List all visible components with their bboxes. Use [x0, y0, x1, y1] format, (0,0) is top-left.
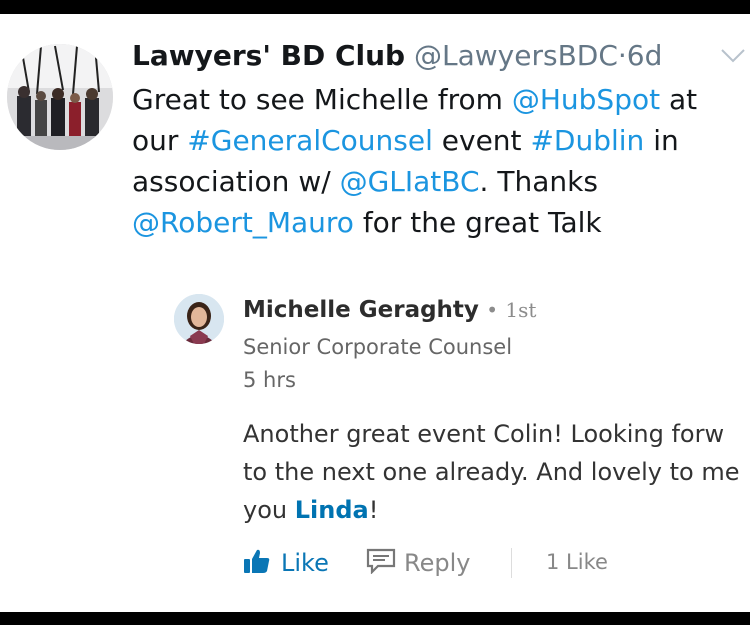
mention-glatbc-link[interactable]: @GLIatBC [340, 165, 480, 198]
top-status-bar [0, 0, 750, 14]
tweet-handle[interactable]: @LawyersBDC [414, 39, 618, 72]
chevron-down-icon[interactable] [720, 48, 746, 64]
comment-line: Another great event Colin! Looking forw [243, 420, 725, 448]
comment-author-name[interactable]: Michelle Geraghty [243, 297, 479, 323]
thumbs-up-icon [243, 547, 271, 579]
comment-name-row: Michelle Geraghty • 1st [243, 294, 536, 326]
tweet-text-part: for the great Talk [353, 206, 602, 239]
tweet-text-part: Great to see Michelle from [132, 83, 512, 116]
comment-line: to the next one already. And lovely to m… [243, 458, 740, 486]
comment-line: you Linda! [243, 491, 750, 529]
connection-degree-badge: 1st [505, 298, 537, 322]
hashtag-dublin-link[interactable]: #Dublin [530, 124, 644, 157]
tweet-header: Lawyers' BD Club @LawyersBDC·6d [132, 38, 662, 74]
hashtag-generalcounsel-link[interactable]: #GeneralCounsel [187, 124, 433, 157]
comment-avatar[interactable] [174, 294, 224, 344]
comment-timestamp: 5 hrs [243, 368, 296, 392]
comment-text-part: you [243, 496, 295, 524]
like-label: Like [281, 549, 329, 577]
reply-icon [366, 548, 396, 578]
tweet-author-name[interactable]: Lawyers' BD Club [132, 39, 405, 72]
comment-separator: • [486, 298, 499, 322]
mention-hubspot-link[interactable]: @HubSpot [512, 83, 660, 116]
tweet-separator: · [617, 39, 627, 72]
reply-button[interactable]: Reply [366, 543, 470, 583]
comment-author-headline: Senior Corporate Counsel [243, 335, 513, 359]
tweet-text-part: event [432, 124, 531, 157]
bottom-bar [0, 612, 750, 625]
tweet-avatar[interactable] [7, 44, 113, 150]
comment-text-part: ! [368, 496, 379, 524]
like-button[interactable]: Like [243, 543, 329, 583]
comment-body: Another great event Colin! Looking forw … [243, 415, 750, 529]
tweet-age: 6d [626, 39, 663, 72]
tweet-text-part: . Thanks [479, 165, 598, 198]
likes-count[interactable]: 1 Like [546, 550, 608, 574]
mention-linda-link[interactable]: Linda [295, 496, 369, 524]
tweet-text: Great to see Michelle from @HubSpot at o… [132, 79, 744, 243]
reply-label: Reply [404, 549, 471, 577]
mention-robert-mauro-link[interactable]: @Robert_Mauro [132, 206, 354, 239]
action-divider [511, 548, 512, 578]
